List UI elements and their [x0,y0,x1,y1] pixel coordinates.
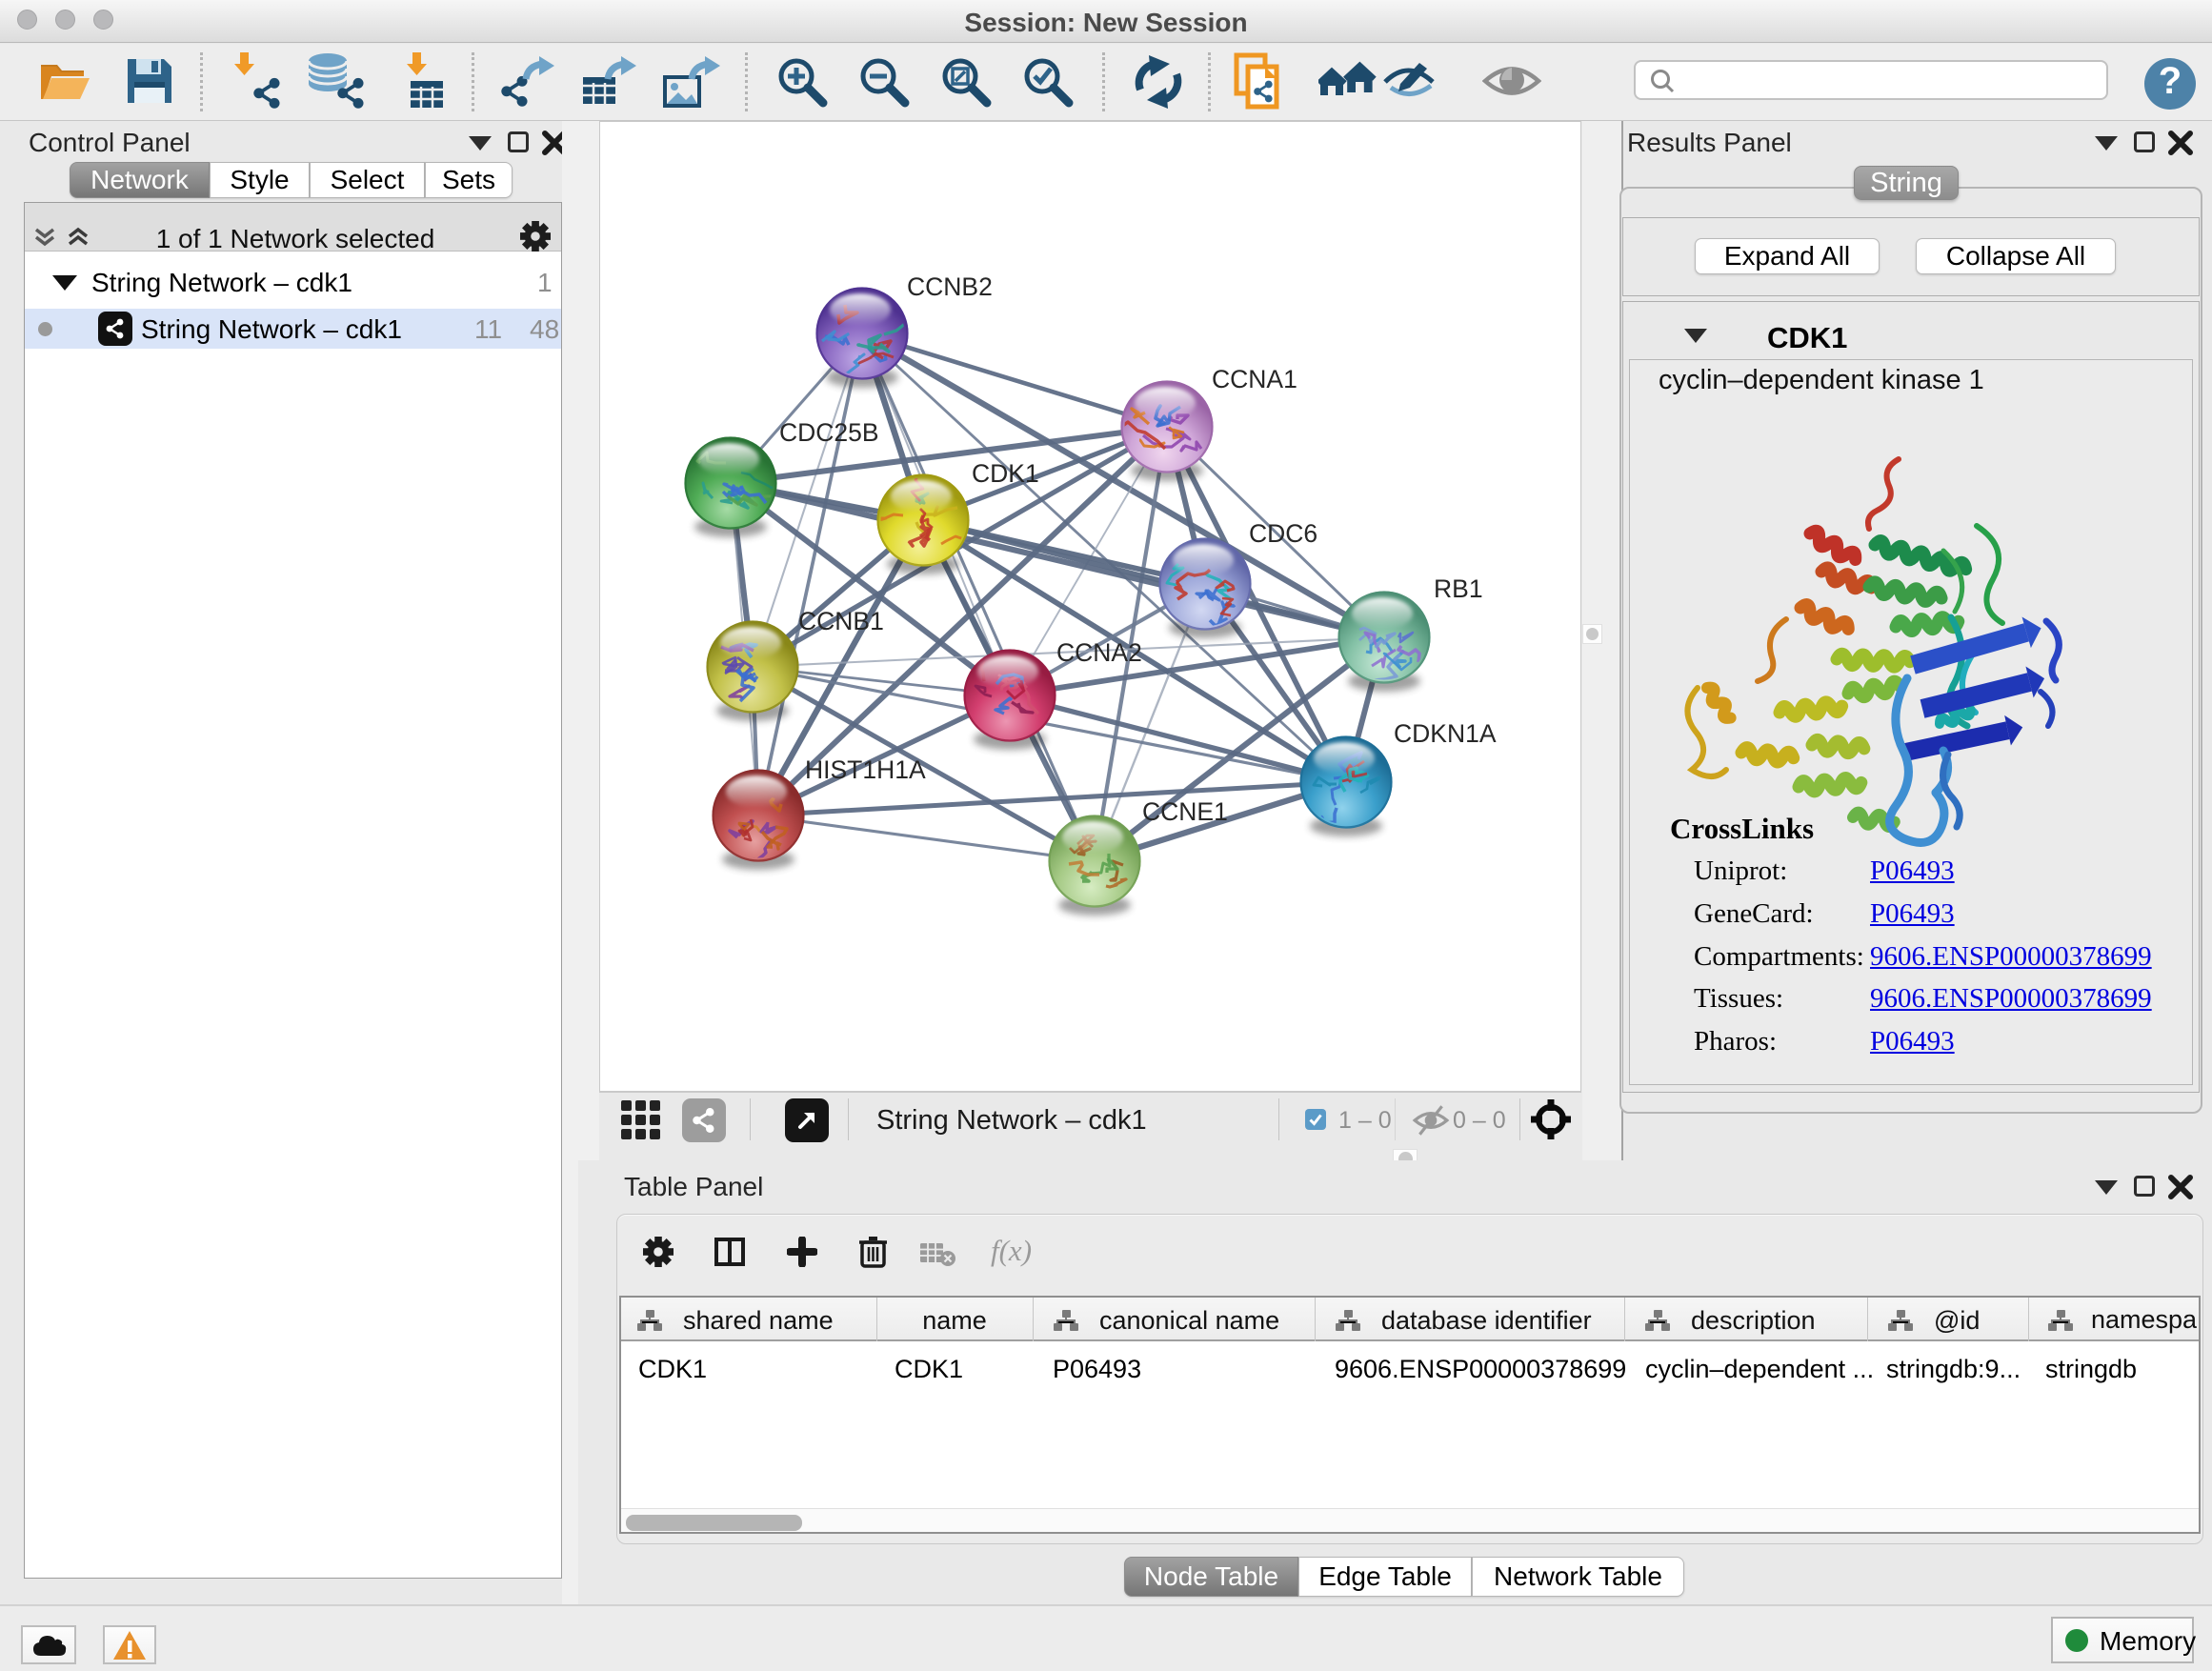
svg-text:CCNB2: CCNB2 [907,272,993,301]
svg-text:RB1: RB1 [1434,574,1483,603]
svg-text:CDKN1A: CDKN1A [1394,719,1497,748]
svg-text:HIST1H1A: HIST1H1A [805,755,926,784]
svg-text:CDC25B: CDC25B [779,418,879,447]
svg-text:CCNB1: CCNB1 [798,607,884,635]
svg-text:CCNA1: CCNA1 [1212,365,1297,393]
svg-text:CDK1: CDK1 [972,459,1039,488]
svg-text:CDC6: CDC6 [1249,519,1317,548]
svg-text:CCNA2: CCNA2 [1056,638,1142,667]
svg-text:CCNE1: CCNE1 [1142,797,1228,826]
